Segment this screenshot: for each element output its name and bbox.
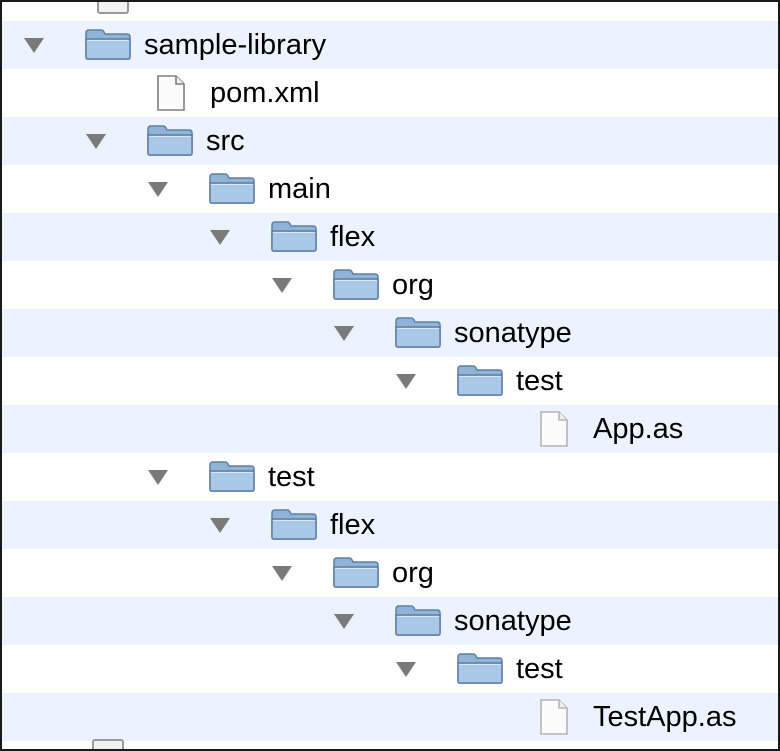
disclosure-triangle-icon[interactable]: [334, 326, 354, 341]
disclosure-triangle-icon[interactable]: [210, 518, 230, 533]
tree-row[interactable]: test: [2, 357, 778, 405]
tree-item-label: App.as: [593, 413, 684, 445]
disclosure-triangle-icon[interactable]: [148, 182, 168, 197]
folder-icon: [208, 171, 256, 205]
tree-row[interactable]: test: [2, 453, 778, 501]
file-icon: [538, 410, 570, 448]
file-icon: [538, 698, 570, 736]
tree-item-label: sample-library: [144, 29, 327, 61]
tree-item-label: TestApp.as: [593, 701, 737, 733]
tree-row[interactable]: test: [2, 645, 778, 693]
folder-icon: [270, 219, 318, 253]
folder-icon: [456, 651, 504, 685]
folder-icon: [332, 555, 380, 589]
tree-row[interactable]: sonatype: [2, 597, 778, 645]
folder-icon: [84, 27, 132, 61]
folder-icon: [146, 123, 194, 157]
tree-item-label: flex: [330, 221, 376, 253]
disclosure-triangle-icon[interactable]: [86, 134, 106, 149]
file-icon: [155, 74, 187, 112]
tree-row[interactable]: main: [2, 165, 778, 213]
disclosure-triangle-icon[interactable]: [396, 374, 416, 389]
disclosure-triangle-icon[interactable]: [334, 614, 354, 629]
tree-item-label: sonatype: [454, 317, 572, 349]
tree-item-label: test: [268, 461, 315, 493]
tree-item-label: main: [268, 173, 331, 205]
file-tree: sample-library pom.xml src main flex org sonat…: [2, 21, 778, 741]
tree-item-label: org: [392, 557, 434, 589]
tree-item-label: pom.xml: [210, 77, 320, 109]
file-icon: [97, 2, 129, 14]
tree-row[interactable]: TestApp.as: [2, 693, 778, 741]
tree-row[interactable]: pom.xml: [2, 69, 778, 117]
folder-icon: [208, 459, 256, 493]
disclosure-triangle-icon[interactable]: [210, 230, 230, 245]
file-icon: [92, 739, 124, 749]
folder-icon: [270, 507, 318, 541]
tree-row[interactable]: sample-library: [2, 21, 778, 69]
tree-item-label: src: [206, 125, 245, 157]
tree-row[interactable]: App.as: [2, 405, 778, 453]
tree-item-label: test: [516, 653, 563, 685]
tree-item-label: sonatype: [454, 605, 572, 637]
finder-outline-view: sample-library pom.xml src main flex org sonat…: [0, 0, 780, 751]
tree-item-label: test: [516, 365, 563, 397]
folder-icon: [456, 363, 504, 397]
tree-row[interactable]: org: [2, 549, 778, 597]
disclosure-triangle-icon[interactable]: [24, 38, 44, 53]
disclosure-triangle-icon[interactable]: [272, 278, 292, 293]
tree-row[interactable]: org: [2, 261, 778, 309]
tree-row[interactable]: src: [2, 117, 778, 165]
folder-icon: [394, 603, 442, 637]
folder-icon: [394, 315, 442, 349]
tree-item-label: org: [392, 269, 434, 301]
tree-row[interactable]: flex: [2, 501, 778, 549]
disclosure-triangle-icon[interactable]: [148, 470, 168, 485]
tree-row[interactable]: flex: [2, 213, 778, 261]
tree-item-label: flex: [330, 509, 376, 541]
disclosure-triangle-icon[interactable]: [272, 566, 292, 581]
disclosure-triangle-icon[interactable]: [396, 662, 416, 677]
tree-row[interactable]: sonatype: [2, 309, 778, 357]
folder-icon: [332, 267, 380, 301]
